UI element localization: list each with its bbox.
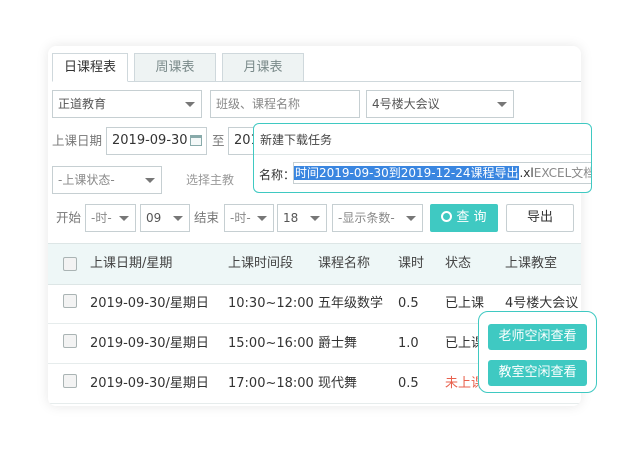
export-button[interactable]: 导出 — [506, 204, 574, 232]
chevron-down-icon — [406, 216, 416, 221]
col-header-room: 上课教室 — [505, 256, 558, 271]
date-to-label: 至 — [212, 133, 225, 148]
org-select-value: 正道教育 — [58, 97, 107, 111]
end-hour-select[interactable]: -时- — [224, 204, 274, 232]
row-time: 17:00~18:00 — [228, 376, 314, 391]
start-hour-select[interactable]: -时- — [85, 204, 136, 232]
dialog-title: 新建下载任务 — [260, 133, 333, 147]
room-select-value: 4号楼大会议 — [372, 97, 440, 111]
teacher-select[interactable]: 选择主教 — [186, 166, 234, 194]
count-select[interactable]: -显示条数- — [332, 204, 423, 232]
search-button-label: 查 询 — [456, 210, 487, 225]
col-header-date: 上课日期/星期 — [90, 256, 173, 271]
end-hour-value: -时- — [230, 211, 251, 225]
row-checkbox[interactable] — [63, 334, 77, 348]
start-label: 开始 — [56, 210, 82, 225]
calendar-icon[interactable] — [190, 135, 202, 146]
chevron-down-icon — [497, 102, 507, 107]
chevron-down-icon — [310, 216, 320, 221]
class-course-input[interactable]: 班级、课程名称 — [210, 90, 360, 118]
row-checkbox[interactable] — [63, 374, 77, 388]
row-course: 五年级数学 — [318, 296, 384, 311]
row-date: 2019-09-30/星期日 — [90, 296, 209, 311]
row-hours: 0.5 — [398, 376, 419, 391]
start-hour-value: -时- — [91, 211, 112, 225]
org-select[interactable]: 正道教育 — [52, 90, 202, 118]
select-all-checkbox[interactable] — [63, 257, 77, 271]
table-header: 上课日期/星期 上课时间段 课程名称 课时 状态 上课教室 — [48, 243, 581, 285]
chevron-down-icon — [119, 216, 129, 221]
search-icon — [441, 211, 453, 222]
end-minute-select[interactable]: 18 — [277, 204, 327, 232]
col-header-course: 课程名称 — [318, 256, 371, 271]
row-time: 15:00~16:00 — [228, 336, 314, 351]
count-select-value: -显示条数- — [338, 211, 395, 225]
date-label: 上课日期 — [52, 133, 103, 148]
status-select-value: -上课状态- — [58, 173, 115, 187]
col-header-hours: 课时 — [398, 256, 425, 271]
row-time: 10:30~12:00 — [228, 296, 314, 311]
chevron-down-icon — [185, 102, 195, 107]
date-start-value: 2019-09-30 — [112, 133, 188, 148]
start-minute-value: 09 — [146, 211, 162, 225]
start-minute-select[interactable]: 09 — [140, 204, 190, 232]
download-task-dialog: 新建下载任务 名称： 时间2019-09-30到2019-12-24课程导出.x… — [253, 123, 592, 193]
row-date: 2019-09-30/星期日 — [90, 336, 209, 351]
status-select[interactable]: -上课状态- — [52, 166, 162, 194]
dialog-name-label: 名称： — [259, 168, 296, 182]
search-button[interactable]: 查 询 — [430, 204, 498, 232]
date-start-input[interactable]: 2019-09-30 — [106, 127, 207, 155]
teacher-free-button[interactable]: 老师空闲查看 — [488, 324, 587, 350]
dialog-divider — [254, 154, 591, 155]
file-type: EXCEL文档 — [533, 166, 591, 180]
row-checkbox[interactable] — [63, 294, 77, 308]
room-free-button[interactable]: 教室空闲查看 — [488, 360, 587, 386]
tab-daily[interactable]: 日课程表 — [52, 53, 128, 82]
chevron-down-icon — [173, 216, 183, 221]
tab-weekly[interactable]: 周课表 — [134, 53, 216, 82]
chevron-down-icon — [145, 178, 155, 183]
row-hours: 1.0 — [398, 336, 419, 351]
chevron-down-icon — [257, 216, 267, 221]
file-name-input[interactable]: 时间2019-09-30到2019-12-24课程导出.xlEXCEL文档 — [293, 162, 591, 184]
end-label: 结束 — [194, 210, 220, 225]
row-hours: 0.5 — [398, 296, 419, 311]
end-minute-value: 18 — [283, 211, 299, 225]
free-time-popup: 老师空闲查看 教室空闲查看 — [478, 311, 597, 393]
tab-monthly[interactable]: 月课表 — [222, 53, 304, 82]
file-name-ext: .xl — [519, 166, 534, 180]
col-header-status: 状态 — [445, 256, 472, 271]
col-header-time: 上课时间段 — [228, 256, 294, 271]
row-course: 现代舞 — [318, 376, 358, 391]
row-date: 2019-09-30/星期日 — [90, 376, 209, 391]
row-course: 爵士舞 — [318, 336, 358, 351]
room-select[interactable]: 4号楼大会议 — [366, 90, 514, 118]
view-tabs: 日课程表 周课表 月课表 — [52, 53, 581, 82]
file-name-selected: 时间2019-09-30到2019-12-24课程导出 — [294, 166, 520, 180]
